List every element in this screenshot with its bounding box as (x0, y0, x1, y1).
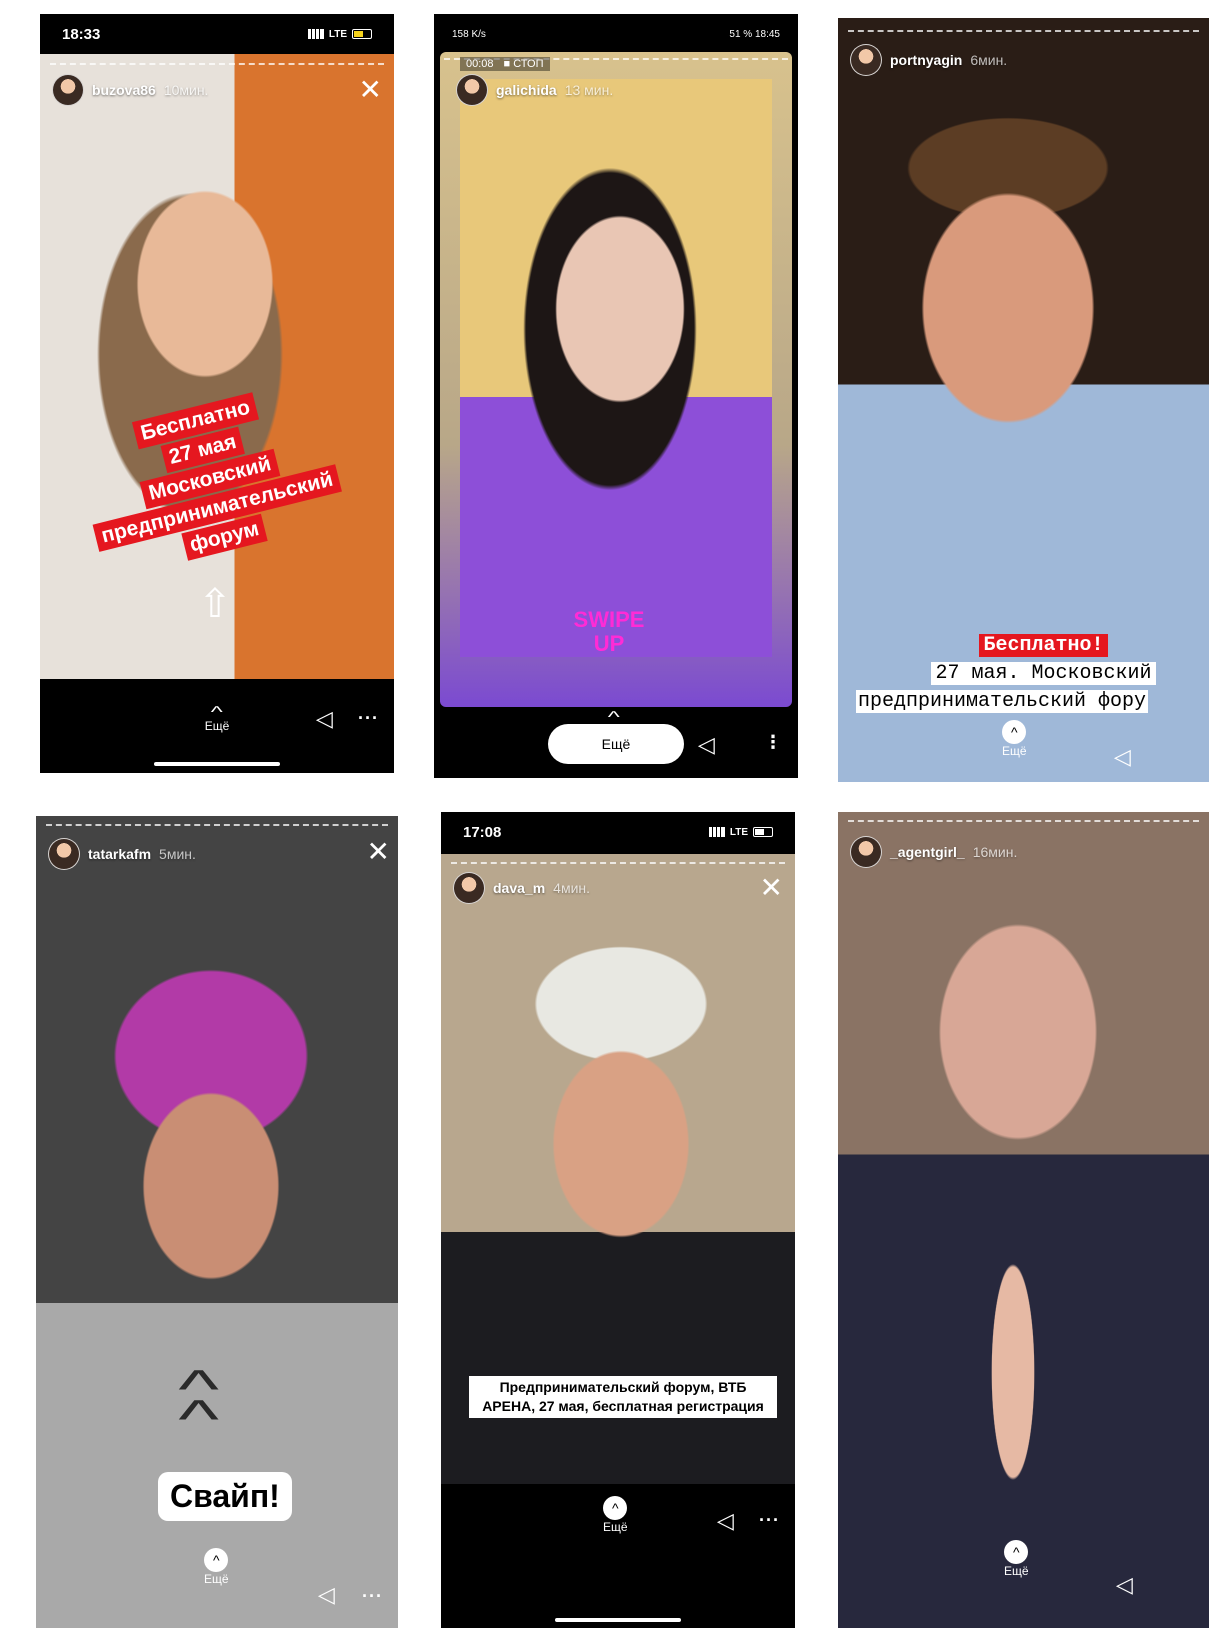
more-label: Ещё (204, 1572, 229, 1586)
more-label: Ещё (603, 1520, 628, 1534)
signal-icon (307, 29, 324, 39)
status-bar: 17:08 LTE (441, 812, 795, 852)
story-progress-bar (46, 824, 388, 826)
options-icon[interactable]: ⋮ (764, 732, 783, 753)
avatar[interactable] (453, 872, 485, 904)
avatar[interactable] (850, 44, 882, 76)
recording-time: 00:08 (466, 58, 494, 70)
story-screen-tatarkafm[interactable]: tatarkafm 5мин. ✕ ^ ^ Свайп! ^ Ещё ◁ ··· (36, 816, 398, 1628)
send-icon[interactable]: ◁ (717, 1508, 734, 1534)
status-bar: 158 K/s 51 % 18:45 (434, 14, 798, 54)
username[interactable]: dava_m (493, 880, 545, 896)
up-arrow-icon: ⇧ (198, 582, 232, 626)
story-header: buzova86 10мин. (52, 74, 208, 106)
send-icon[interactable]: ◁ (1114, 744, 1131, 770)
status-network: 158 K/s (452, 28, 486, 40)
story-header: dava_m 4мин. (453, 872, 590, 904)
story-screen-galichida[interactable]: 158 K/s 51 % 18:45 00:08 ■ СТОП galichid… (434, 14, 798, 778)
send-icon[interactable]: ◁ (1116, 1572, 1133, 1598)
avatar[interactable] (48, 838, 80, 870)
caption-text: Предпринимательский форум, ВТБ АРЕНА, 27… (482, 1379, 764, 1414)
more-button[interactable]: ^ Ещё (204, 704, 230, 734)
chevron-up-icon: ^ (603, 1496, 628, 1520)
status-bar: 18:33 LTE (40, 14, 394, 54)
home-indicator (555, 1618, 681, 1622)
story-screen-portnyagin[interactable]: portnyagin 6мин. Бесплатно! 27 мая. Моск… (838, 18, 1209, 782)
more-label: Ещё (1002, 744, 1027, 758)
options-icon[interactable]: ··· (358, 708, 379, 729)
story-header: _agentgirl_ 16мин. (850, 836, 1017, 868)
story-screen-buzova86[interactable]: 18:33 LTE buzova86 10мин. ✕ Бесплатно 27… (40, 14, 394, 773)
swipe-text: Свайп! (170, 1478, 280, 1514)
more-button[interactable]: ^ Ещё (1004, 1540, 1029, 1578)
close-icon[interactable]: ✕ (359, 76, 382, 104)
time-ago: 5мин. (159, 846, 196, 862)
more-label: Ещё (1004, 1564, 1029, 1578)
story-header: tatarkafm 5мин. (48, 838, 196, 870)
story-progress-bar (451, 862, 785, 864)
chevron-up-icon: ^ (1002, 720, 1027, 744)
username[interactable]: tatarkafm (88, 846, 151, 862)
double-chevron-up-icon: ^ ^ (178, 1359, 219, 1449)
story-photo (460, 79, 772, 657)
home-indicator (154, 762, 280, 766)
time-ago: 10мин. (163, 82, 209, 98)
caption-line-red: Бесплатно! (979, 634, 1108, 657)
signal-icon (708, 827, 725, 837)
caption-line: предпринимательский фору (856, 690, 1149, 713)
more-button[interactable]: ^ Ещё (1002, 720, 1027, 758)
up-text: UP (593, 631, 625, 656)
more-label: Ещё (204, 719, 230, 733)
send-icon[interactable]: ◁ (318, 1582, 335, 1608)
username[interactable]: buzova86 (92, 82, 156, 98)
username[interactable]: _agentgirl_ (890, 844, 965, 860)
chevron-up-icon: ^ (607, 709, 620, 726)
chevron-up-icon: ^ (204, 1548, 229, 1572)
status-time: 17:08 (463, 823, 502, 841)
close-icon[interactable]: ✕ (367, 838, 390, 866)
battery-icon (352, 29, 372, 39)
story-screen-agentgirl[interactable]: _agentgirl_ 16мин. ^ Ещё ◁ (838, 812, 1209, 1628)
avatar[interactable] (456, 74, 488, 106)
battery-icon (753, 827, 773, 837)
recording-indicator: 00:08 ■ СТОП (460, 57, 550, 71)
time-ago: 4мин. (553, 880, 591, 896)
more-label: Ещё (601, 736, 631, 752)
carrier-label: LTE (328, 28, 347, 40)
caption-sticker: Бесплатно! 27 мая. Московский предприним… (856, 632, 1209, 716)
story-header: galichida 13 мин. (456, 74, 613, 106)
caption-sticker: Предпринимательский форум, ВТБ АРЕНА, 27… (469, 1376, 777, 1418)
swipe-up-sticker: SWIPE UP (564, 608, 654, 656)
status-time: 18:33 (62, 25, 101, 43)
time-ago: 16мин. (972, 844, 1018, 860)
caption-line: 27 мая. Московский (931, 662, 1156, 685)
story-progress-bar (848, 820, 1199, 822)
send-icon[interactable]: ◁ (698, 732, 715, 758)
chevron-up-icon: ^ (1004, 1540, 1029, 1564)
send-icon[interactable]: ◁ (316, 706, 333, 732)
story-progress-bar (50, 63, 384, 65)
more-button[interactable]: ^ Ещё (603, 1496, 628, 1534)
more-button[interactable]: ^ Ещё (204, 1548, 229, 1586)
options-icon[interactable]: ··· (362, 1586, 383, 1607)
close-icon[interactable]: ✕ (760, 874, 783, 902)
avatar[interactable] (52, 74, 84, 106)
story-header: portnyagin 6мин. (850, 44, 1007, 76)
story-photo (838, 812, 1209, 1628)
more-button[interactable]: Ещё (548, 724, 684, 764)
story-progress-bar (848, 30, 1199, 32)
time-ago: 13 мин. (564, 82, 614, 98)
username[interactable]: galichida (496, 82, 557, 98)
story-screen-dava-m[interactable]: 17:08 LTE dava_m 4мин. ✕ Предприниматель… (441, 812, 795, 1628)
swipe-text: SWIPE (573, 607, 645, 632)
time-ago: 6мин. (970, 52, 1008, 68)
swipe-sticker: Свайп! (158, 1472, 292, 1521)
options-icon[interactable]: ··· (759, 1510, 780, 1531)
stop-button[interactable]: ■ СТОП (504, 58, 544, 70)
avatar[interactable] (850, 836, 882, 868)
carrier-label: LTE (729, 826, 748, 838)
status-battery-time: 51 % 18:45 (729, 28, 780, 40)
chevron-up-icon: ^ (210, 704, 224, 721)
username[interactable]: portnyagin (890, 52, 962, 68)
